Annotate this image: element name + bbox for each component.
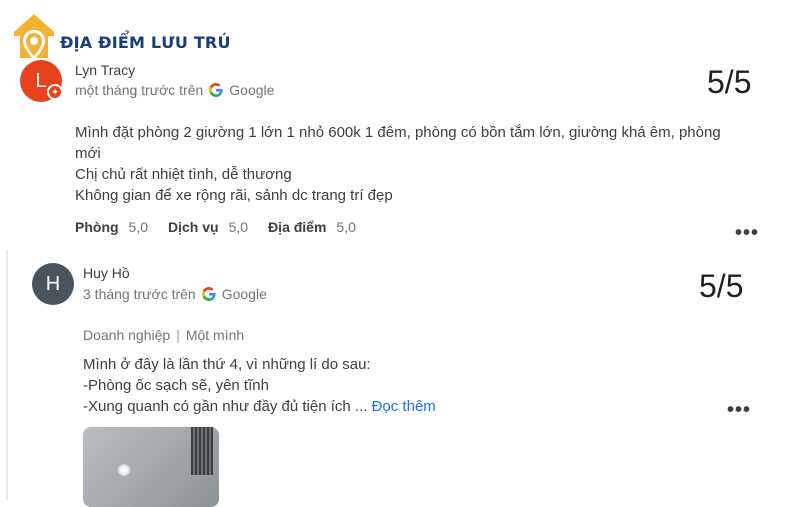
rating-label: Dịch vụ — [168, 219, 219, 235]
more-options-icon[interactable]: ••• — [735, 223, 759, 243]
review-meta: 3 tháng trước trên Google — [83, 286, 267, 302]
review-line: mới — [75, 145, 101, 162]
reviewer-name[interactable]: Huy Hồ — [83, 265, 130, 281]
review-context: Doanh nghiệp | Một mình — [83, 327, 244, 343]
review-time: 3 tháng trước trên — [83, 286, 196, 302]
rating-value: 5,0 — [128, 219, 149, 235]
review-line: Mình đặt phòng 2 giường 1 lớn 1 nhỏ 600k… — [75, 124, 721, 141]
rating-service: Dịch vụ 5,0 — [168, 219, 248, 235]
review-photo[interactable] — [83, 427, 219, 507]
review-line: -Phòng ốc sạch sẽ, yên tĩnh — [83, 377, 269, 394]
review-time: một tháng trước trên — [75, 82, 204, 98]
google-logo-icon — [201, 287, 216, 301]
review-source: Google — [229, 82, 275, 98]
review-text: Mình đặt phòng 2 giường 1 lớn 1 nhỏ 600k… — [75, 122, 721, 206]
rating-location: Địa điểm 5,0 — [268, 219, 356, 235]
reviewer-name[interactable]: Lyn Tracy — [75, 62, 135, 78]
review-line: -Xung quanh có gần như đầy đủ tiện ích .… — [83, 398, 368, 415]
review-line: Không gian để xe rộng rãi, sảnh dc trang… — [75, 187, 393, 204]
avatar[interactable]: H — [32, 263, 74, 305]
review-score: 5/5 — [707, 64, 752, 100]
rating-value: 5,0 — [228, 219, 249, 235]
divider — [6, 250, 8, 500]
review-line: Mình ở đây là lần thứ 4, vì những lí do … — [83, 356, 371, 373]
ceiling-light — [117, 464, 131, 476]
review-score: 5/5 — [699, 268, 744, 304]
separator: | — [176, 327, 180, 343]
rating-label: Phòng — [75, 219, 119, 235]
air-conditioner-vent — [191, 427, 213, 475]
more-options-icon[interactable]: ••• — [727, 400, 751, 420]
google-logo-icon — [209, 83, 223, 97]
rating-value: 5,0 — [336, 219, 356, 235]
review-line: Chị chủ rất nhiệt tình, dễ thương — [75, 166, 292, 183]
rating-room: Phòng 5,0 — [75, 219, 148, 235]
rating-label: Địa điểm — [268, 219, 327, 235]
review-meta: một tháng trước trên Google — [75, 82, 274, 98]
page-title: ĐỊA ĐIỂM LƯU TRÚ — [60, 33, 231, 52]
sub-ratings: Phòng 5,0 Dịch vụ 5,0 Địa điểm 5,0 — [75, 219, 356, 235]
local-guide-badge-icon: ✦ — [47, 84, 63, 100]
review-line-last: -Xung quanh có gần như đầy đủ tiện ích .… — [83, 396, 436, 417]
group-type: Một mình — [185, 327, 245, 343]
review-text: Mình ở đây là lần thứ 4, vì những lí do … — [83, 354, 436, 417]
location-pin-logo-icon — [14, 14, 54, 60]
trip-type: Doanh nghiệp — [83, 327, 171, 343]
review-source: Google — [221, 286, 267, 302]
read-more-link[interactable]: Đọc thêm — [372, 398, 436, 415]
